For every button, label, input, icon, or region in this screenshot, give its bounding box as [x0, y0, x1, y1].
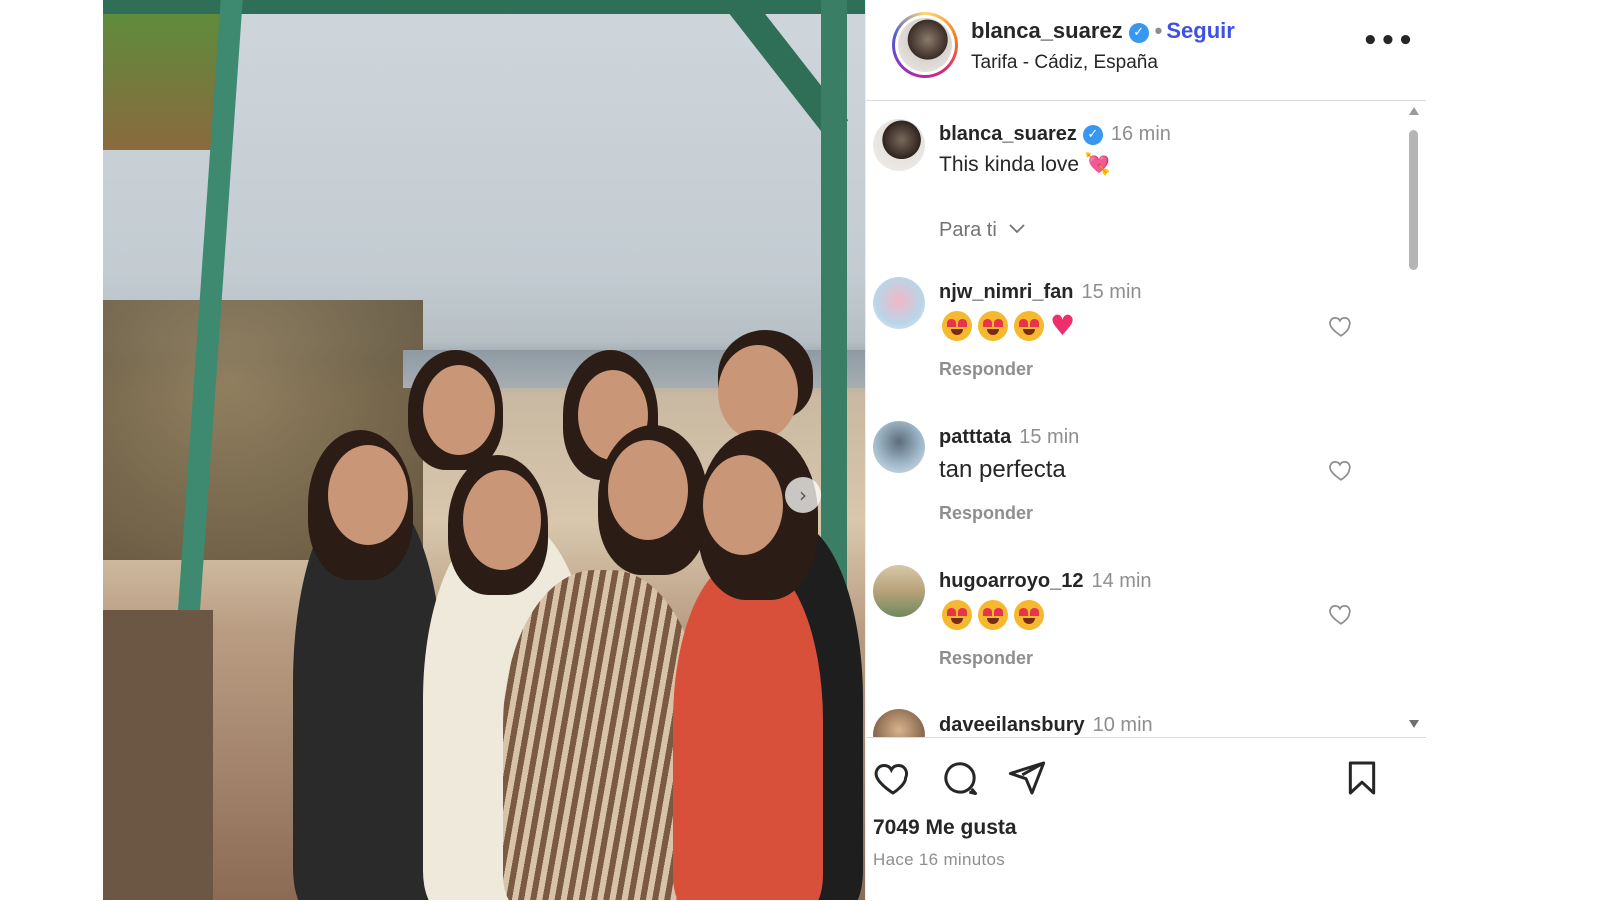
caption-username[interactable]: blanca_suarez [939, 123, 1077, 145]
comment-username[interactable]: patttata [939, 426, 1011, 448]
reply-button[interactable]: Responder [939, 359, 1033, 380]
post-panel: blanca_suarez ✓ • Seguir Tarifa - Cádiz, Es… [865, 0, 1426, 900]
comment-time: 10 min [1092, 714, 1153, 736]
heart-eyes-emoji-icon [978, 311, 1008, 341]
heart-eyes-emoji-icon [1014, 311, 1044, 341]
comment-time: 14 min [1091, 570, 1152, 592]
comment-username[interactable]: daveeilansbury [939, 714, 1085, 736]
scrollbar-thumb[interactable] [1409, 130, 1418, 270]
comment-filter-label: Para ti [939, 219, 997, 241]
comment-emojis [942, 600, 1044, 630]
post-timestamp: Hace 16 minutos [873, 850, 1006, 869]
heart-eyes-emoji-icon [942, 600, 972, 630]
post-actions-footer: 7049 Me gusta Hace 16 minutos [866, 737, 1426, 901]
author-username[interactable]: blanca_suarez [971, 18, 1123, 43]
separator-dot: • [1154, 18, 1163, 43]
heart-eyes-emoji-icon [942, 311, 972, 341]
comment-bubble-icon[interactable] [940, 758, 980, 798]
chevron-right-icon: › [799, 483, 807, 507]
reply-button[interactable]: Responder [939, 503, 1033, 524]
chevron-down-icon [1009, 224, 1026, 234]
heart-eyes-emoji-icon [1014, 600, 1044, 630]
post-header: blanca_suarez ✓ • Seguir Tarifa - Cádiz, Es… [866, 0, 1426, 101]
scroll-up-arrow-icon[interactable] [1409, 107, 1419, 115]
caption-avatar[interactable] [873, 119, 925, 171]
comment-time: 15 min [1019, 426, 1080, 448]
comment-username[interactable]: hugoarroyo_12 [939, 570, 1083, 592]
caption-time: 16 min [1110, 123, 1171, 145]
like-count[interactable]: 7049 Me gusta [873, 816, 1017, 840]
like-comment-heart-icon[interactable] [1328, 313, 1354, 339]
comment-avatar[interactable] [873, 709, 925, 737]
comment-avatar[interactable] [873, 565, 925, 617]
photo-awning [103, 0, 223, 150]
share-paper-plane-icon[interactable] [1007, 758, 1047, 798]
photo-group-of-friends [253, 330, 865, 900]
comment-text: tan perfecta [939, 456, 1066, 483]
comments-list[interactable]: blanca_suarez ✓ 16 min This kinda love 💘 P… [866, 101, 1426, 737]
comment-avatar[interactable] [873, 421, 925, 473]
like-comment-heart-icon[interactable] [1328, 457, 1354, 483]
post-photo[interactable]: › [103, 0, 865, 900]
follow-button[interactable]: Seguir [1166, 18, 1234, 43]
comment-filter-dropdown[interactable]: Para ti [939, 219, 1026, 242]
comment-username[interactable]: njw_nimri_fan [939, 281, 1073, 303]
like-comment-heart-icon[interactable] [1328, 601, 1354, 627]
reply-button[interactable]: Responder [939, 648, 1033, 669]
photo-table [103, 610, 213, 900]
save-bookmark-icon[interactable] [1342, 758, 1382, 798]
scroll-down-arrow-icon[interactable] [1409, 720, 1419, 728]
author-avatar[interactable] [892, 12, 958, 78]
more-options-icon[interactable]: ••• [1362, 26, 1415, 56]
red-heart-emoji-icon: ♥ [1050, 309, 1076, 342]
post-location[interactable]: Tarifa - Cádiz, España [971, 52, 1158, 74]
carousel-next-button[interactable]: › [785, 477, 821, 513]
like-heart-icon[interactable] [873, 758, 913, 798]
caption-text: This kinda love 💘 [939, 153, 1112, 176]
verified-badge-icon: ✓ [1082, 125, 1103, 145]
verified-badge-icon: ✓ [1128, 23, 1149, 43]
comment-avatar[interactable] [873, 277, 925, 329]
comment-emojis: ♥ [942, 311, 1075, 341]
comment-time: 15 min [1081, 281, 1142, 303]
heart-eyes-emoji-icon [978, 600, 1008, 630]
